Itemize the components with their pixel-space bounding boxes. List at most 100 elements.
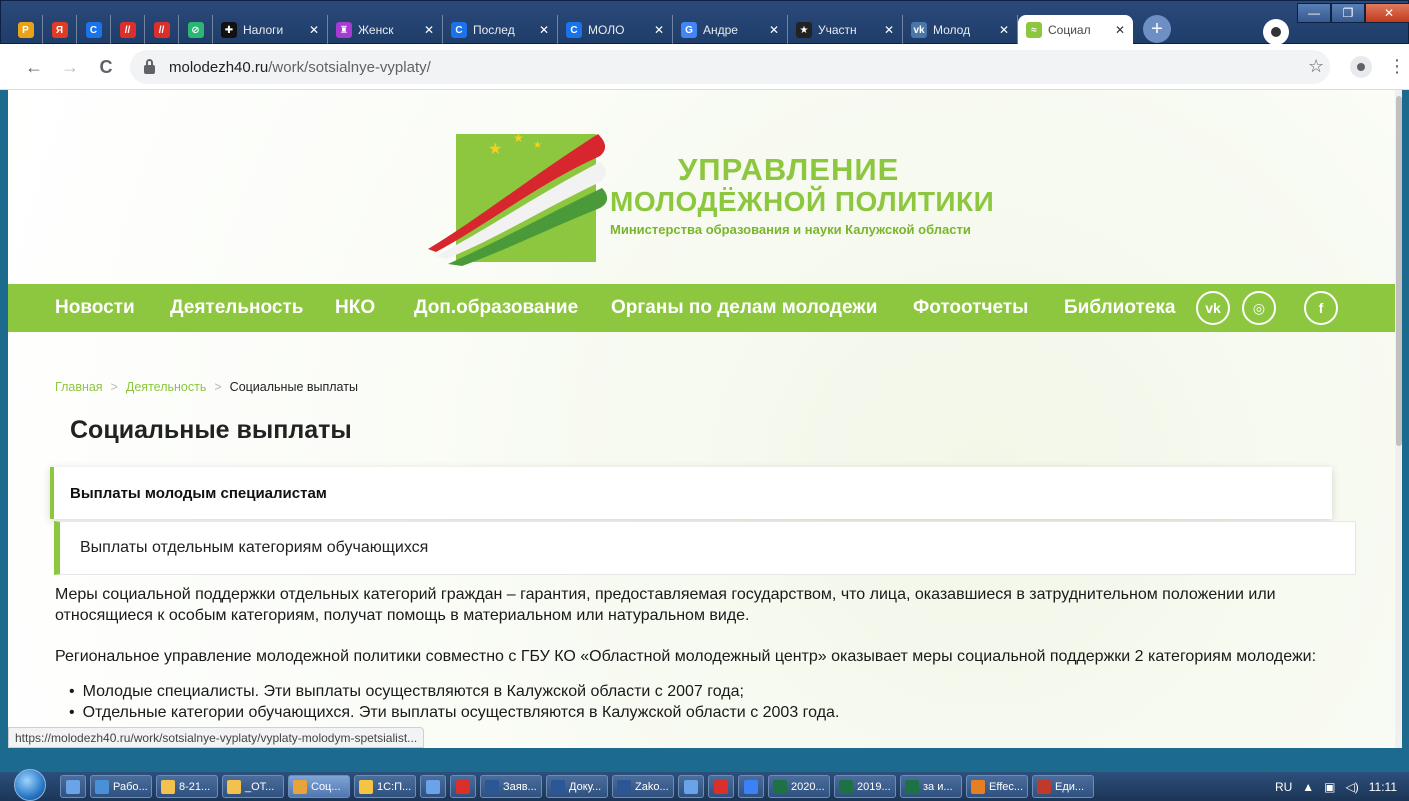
tab-close-icon[interactable]: ✕: [999, 23, 1009, 37]
taskbar-label: 2019...: [857, 780, 891, 793]
taskbar-label: 8-21...: [179, 780, 211, 793]
accordion-young-specialists[interactable]: Выплаты молодым специалистам: [50, 467, 1332, 519]
taskbar-button[interactable]: 8-21...: [156, 775, 218, 798]
facebook-icon[interactable]: f: [1304, 291, 1338, 325]
tab-favicon-icon: Я: [51, 22, 68, 38]
vk-icon[interactable]: vk: [1196, 291, 1230, 325]
taskbar-button[interactable]: [678, 775, 704, 798]
network-icon[interactable]: ▣: [1324, 780, 1335, 794]
nav-item-nko[interactable]: НКО: [335, 297, 375, 319]
taskbar-button[interactable]: [708, 775, 734, 798]
taskbar-button[interactable]: 2019...: [834, 775, 896, 798]
nav-item-library[interactable]: Библиотека: [1064, 297, 1175, 319]
taskbar-label: 1С:П...: [377, 780, 412, 793]
app-icon: [456, 779, 470, 794]
tab[interactable]: C Послед ✕: [443, 15, 558, 45]
taskbar-button[interactable]: _ОТ...: [222, 775, 284, 798]
bookmark-star-icon[interactable]: ☆: [1308, 56, 1324, 77]
app-icon: [971, 779, 985, 794]
tab-close-icon[interactable]: ✕: [769, 23, 779, 37]
accordion-student-categories[interactable]: Выплаты отдельным категориям обучающихся: [54, 521, 1356, 575]
tab[interactable]: vk Молод ✕: [903, 15, 1018, 45]
tab[interactable]: ✚ Налоги ✕: [213, 15, 328, 45]
taskbar-label: Соц...: [311, 780, 341, 793]
clock[interactable]: 11:11: [1369, 780, 1397, 794]
nav-item-youth-bodies[interactable]: Органы по делам молодежи: [611, 297, 877, 319]
taskbar-button[interactable]: Соц...: [288, 775, 350, 798]
new-tab-button[interactable]: +: [1143, 15, 1171, 43]
tray-expand-icon[interactable]: ▲: [1302, 780, 1314, 794]
tab-close-icon[interactable]: ✕: [539, 23, 549, 37]
taskbar-button[interactable]: [738, 775, 764, 798]
tab-favicon-icon: ⊘: [187, 22, 204, 38]
tab-pinned[interactable]: Я: [43, 15, 77, 45]
taskbar-button[interactable]: Доку...: [546, 775, 608, 798]
tab-pinned[interactable]: C: [77, 15, 111, 45]
windows-taskbar: Рабо... 8-21... _ОТ... Соц... 1С:П... Заяв...…: [0, 768, 1409, 801]
list-item: Отдельные категории обучающихся. Эти вып…: [69, 702, 1355, 723]
forward-button[interactable]: →: [58, 55, 82, 79]
app-icon: [293, 779, 307, 794]
instagram-icon[interactable]: ◎: [1242, 291, 1276, 325]
tab-favicon-icon: //: [119, 22, 136, 38]
language-indicator[interactable]: RU: [1275, 780, 1292, 794]
taskbar-button[interactable]: Заяв...: [480, 775, 542, 798]
browser-profile-button[interactable]: [1263, 19, 1289, 45]
site-logo[interactable]: ★ ★ ★ УПРАВЛЕНИЕ МОЛОДЁЖНОЙ ПОЛИТИКИ Мин…: [418, 124, 1018, 274]
paragraph: Меры социальной поддержки отдельных кате…: [55, 586, 1276, 624]
back-button[interactable]: ←: [22, 55, 46, 79]
category-list: Молодые специалисты. Эти выплаты осущест…: [55, 681, 1355, 723]
taskbar-button[interactable]: 1С:П...: [354, 775, 416, 798]
nav-item-extra-education[interactable]: Доп.образование: [414, 297, 578, 319]
scrollbar-thumb[interactable]: [1396, 96, 1402, 446]
page-scrollbar[interactable]: [1395, 90, 1402, 748]
tab-close-icon[interactable]: ✕: [884, 23, 894, 37]
tab[interactable]: G Андре ✕: [673, 15, 788, 45]
taskbar-button[interactable]: [420, 775, 446, 798]
tab-pinned[interactable]: P: [9, 15, 43, 45]
browser-menu-icon[interactable]: ⋮: [1388, 56, 1406, 77]
account-avatar[interactable]: [1350, 56, 1372, 78]
tab-close-icon[interactable]: ✕: [1115, 23, 1125, 37]
tab-pinned[interactable]: ⊘: [179, 15, 213, 45]
tab-close-icon[interactable]: ✕: [309, 23, 319, 37]
svg-text:★: ★: [533, 140, 542, 151]
maximize-button[interactable]: ❐: [1331, 3, 1365, 23]
tab[interactable]: ♜ Женск ✕: [328, 15, 443, 45]
taskbar-label: Заяв...: [503, 780, 537, 793]
taskbar-button[interactable]: Рабо...: [90, 775, 152, 798]
tab-close-icon[interactable]: ✕: [424, 23, 434, 37]
taskbar-label: Еди...: [1055, 780, 1085, 793]
volume-icon[interactable]: ◁): [1346, 780, 1359, 794]
tab-pinned[interactable]: //: [145, 15, 179, 45]
taskbar-label: Zako...: [635, 780, 669, 793]
address-bar[interactable]: molodezh40.ru/work/sotsialnye-vyplaty/: [130, 50, 1330, 84]
tab-favicon-icon: ≈: [1026, 22, 1042, 38]
taskbar-button[interactable]: Еди...: [1032, 775, 1094, 798]
breadcrumb-section-link[interactable]: Деятельность: [126, 380, 206, 394]
nav-item-news[interactable]: Новости: [55, 297, 135, 319]
tab-favicon-icon: //: [153, 22, 170, 38]
taskbar-button[interactable]: Effec...: [966, 775, 1028, 798]
minimize-button[interactable]: —: [1297, 3, 1331, 23]
tab-active[interactable]: ≈ Социал ✕: [1018, 15, 1133, 45]
taskbar-label: Effec...: [989, 780, 1024, 793]
taskbar-button[interactable]: 2020...: [768, 775, 830, 798]
taskbar-button[interactable]: за и...: [900, 775, 962, 798]
nav-item-activity[interactable]: Деятельность: [170, 297, 303, 319]
app-icon: [161, 779, 175, 794]
reload-button[interactable]: C: [94, 55, 118, 79]
app-icon: [426, 779, 440, 794]
tab-pinned[interactable]: //: [111, 15, 145, 45]
taskbar-button[interactable]: [60, 775, 86, 798]
start-button[interactable]: [14, 768, 46, 801]
taskbar-label: Рабо...: [113, 780, 148, 793]
tab-close-icon[interactable]: ✕: [654, 23, 664, 37]
close-window-button[interactable]: ✕: [1365, 3, 1409, 23]
nav-item-photo-reports[interactable]: Фотоотчеты: [913, 297, 1028, 319]
taskbar-button[interactable]: Zako...: [612, 775, 674, 798]
tab[interactable]: C МОЛО ✕: [558, 15, 673, 45]
taskbar-button[interactable]: [450, 775, 476, 798]
breadcrumb-home-link[interactable]: Главная: [55, 380, 103, 394]
tab[interactable]: ★ Участн ✕: [788, 15, 903, 45]
